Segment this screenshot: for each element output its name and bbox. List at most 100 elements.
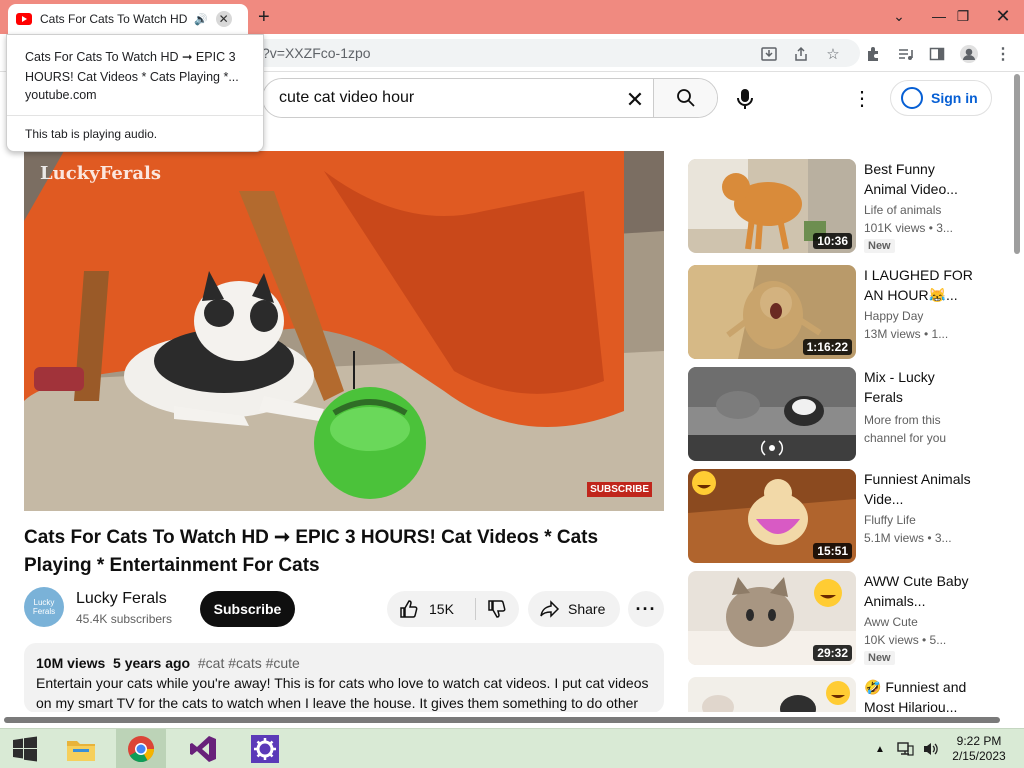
view-count: 10M views [36, 655, 106, 671]
settings-app-button[interactable] [240, 729, 290, 768]
side-panel-icon[interactable] [926, 43, 948, 65]
clock-time: 9:22 PM [956, 734, 1002, 748]
video-player[interactable]: LuckyFerals SUBSCRIBE [24, 151, 664, 511]
new-tab-button[interactable]: + [258, 6, 270, 29]
tab-hover-card: Cats For Cats To Watch HD ➞ EPIC 3 HOURS… [6, 34, 264, 152]
vertical-scrollbar[interactable] [1010, 72, 1024, 712]
sign-in-label: Sign in [931, 90, 978, 106]
recommendation-views: 13M views • 1... [864, 327, 949, 341]
profile-icon[interactable] [958, 43, 980, 65]
video-thumbnail[interactable] [688, 367, 856, 461]
close-tab-icon[interactable]: ✕ [215, 11, 232, 27]
url-text[interactable]: ?v=XXZFco-1zpo [262, 45, 371, 61]
recommendation-item[interactable]: 29:32 AWW Cute Baby Animals... Aww Cute … [688, 571, 998, 665]
microphone-icon [737, 89, 753, 109]
video-thumbnail[interactable]: 10:36 [688, 159, 856, 253]
subscriber-count: 45.4K subscribers [76, 612, 173, 626]
clock-date: 2/15/2023 [952, 749, 1006, 763]
settings-menu-icon[interactable]: ⋮ [850, 86, 874, 112]
dislike-button[interactable] [477, 591, 517, 627]
extensions-icon[interactable] [862, 43, 884, 65]
volume-icon[interactable] [918, 729, 944, 768]
video-thumbnail[interactable]: 1:16:22 [688, 265, 856, 359]
system-clock[interactable]: 9:22 PM 2/15/2023 [944, 734, 1014, 764]
recommendation-item[interactable]: 15:51 Funniest Animals Vide... Fluffy Li… [688, 469, 998, 563]
search-input[interactable] [263, 79, 663, 117]
like-count: 15K [429, 601, 454, 617]
chrome-taskbar-button[interactable] [116, 729, 166, 768]
share-page-icon[interactable] [790, 43, 812, 65]
divider [7, 115, 263, 116]
divider [475, 598, 476, 620]
recommendation-channel[interactable]: Life of animals [864, 203, 941, 217]
more-actions-icon[interactable]: ··· [628, 591, 664, 627]
recommendation-item[interactable]: Mix - Lucky Ferals More from this channe… [688, 367, 998, 461]
video-title: Cats For Cats To Watch HD ➞ EPIC 3 HOURS… [24, 527, 599, 576]
speaker-icon[interactable]: 🔊 [194, 13, 208, 26]
description-box[interactable]: 10M views 5 years ago #cat #cats #cute E… [24, 643, 664, 713]
show-hidden-icons-chevron-icon[interactable]: ▲ [868, 729, 892, 768]
video-thumbnail[interactable] [688, 677, 856, 712]
recommendation-item[interactable]: 🤣 Funniest and Most Hilariou... [688, 677, 998, 712]
like-button[interactable]: 15K [387, 591, 475, 627]
sign-in-button[interactable]: Sign in [890, 80, 992, 116]
like-dislike-bar: 15K [387, 591, 519, 627]
recommendation-channel[interactable]: Aww Cute [864, 615, 918, 629]
gear-icon [251, 735, 279, 763]
hover-card-domain: youtube.com [25, 88, 97, 102]
bookmark-star-icon[interactable]: ☆ [822, 43, 844, 65]
recommendation-views: 101K views • 3... [864, 221, 953, 235]
recommendation-item[interactable]: 1:16:22 I LAUGHED FOR AN HOUR😹... Happy … [688, 265, 998, 359]
folder-icon [67, 741, 95, 761]
video-thumbnail[interactable]: 29:32 [688, 571, 856, 665]
start-button[interactable] [0, 729, 50, 768]
tab-search-chevron-icon[interactable]: ⌄ [880, 0, 918, 32]
search-button[interactable] [653, 79, 717, 117]
recommendation-channel[interactable]: Fluffy Life [864, 513, 916, 527]
recommendation-views: 5.1M views • 3... [864, 531, 952, 545]
subscribe-watermark[interactable]: SUBSCRIBE [587, 482, 652, 497]
share-arrow-icon [540, 600, 560, 618]
voice-search-button[interactable] [730, 84, 760, 114]
recommendation-item[interactable]: 10:36 Best Funny Animal Video... Life of… [688, 159, 998, 253]
close-window-button[interactable]: ✕ [984, 0, 1022, 32]
subscribe-button[interactable]: Subscribe [200, 591, 295, 627]
visual-studio-button[interactable] [178, 729, 228, 768]
duration-badge: 1:16:22 [802, 339, 852, 355]
recommendation-title[interactable]: Best Funny Animal Video... [864, 159, 974, 199]
browser-tab[interactable]: Cats For Cats To Watch HD ➞ 🔊 ✕ [8, 4, 248, 34]
recommendation-channel[interactable]: Happy Day [864, 309, 923, 323]
tab-strip: Cats For Cats To Watch HD ➞ 🔊 ✕ + ⌄ — ❐ … [0, 0, 1024, 34]
duration-badge: 10:36 [813, 233, 852, 249]
chrome-menu-icon[interactable]: ⋮ [992, 43, 1014, 65]
vertical-scroll-thumb[interactable] [1014, 74, 1020, 254]
hover-card-title: Cats For Cats To Watch HD ➞ EPIC 3 HOURS… [25, 50, 239, 84]
duration-badge: 15:51 [813, 543, 852, 559]
hashtags[interactable]: #cat #cats #cute [198, 655, 300, 671]
restore-button[interactable]: ❐ [944, 0, 982, 32]
network-icon[interactable] [892, 729, 918, 768]
clear-search-icon[interactable]: ✕ [623, 87, 647, 113]
video-frame [24, 151, 664, 511]
description-text: Entertain your cats while you're away! T… [36, 675, 649, 711]
recommendation-title[interactable]: I LAUGHED FOR AN HOUR😹... [864, 265, 974, 305]
channel-avatar[interactable]: Lucky Ferals [24, 587, 64, 627]
recommendation-title[interactable]: AWW Cute Baby Animals... [864, 571, 974, 611]
hover-card-audio-note: This tab is playing audio. [25, 127, 158, 141]
youtube-favicon-icon [16, 13, 32, 25]
account-icon [901, 87, 923, 109]
channel-watermark: LuckyFerals [40, 163, 161, 184]
horizontal-scrollbar[interactable] [0, 712, 1010, 728]
install-icon[interactable] [758, 43, 780, 65]
recommendation-title[interactable]: Funniest Animals Vide... [864, 469, 974, 509]
video-thumbnail[interactable]: 15:51 [688, 469, 856, 563]
share-button[interactable]: Share [528, 591, 620, 627]
recommendation-title[interactable]: 🤣 Funniest and Most Hilariou... [864, 677, 974, 712]
recommendation-title[interactable]: Mix - Lucky Ferals [864, 367, 974, 407]
file-explorer-button[interactable] [56, 729, 106, 768]
thumbs-up-icon [400, 600, 418, 618]
search-icon [676, 89, 695, 107]
channel-name[interactable]: Lucky Ferals [76, 590, 167, 608]
media-control-icon[interactable] [894, 43, 916, 65]
horizontal-scroll-thumb[interactable] [4, 717, 1000, 723]
